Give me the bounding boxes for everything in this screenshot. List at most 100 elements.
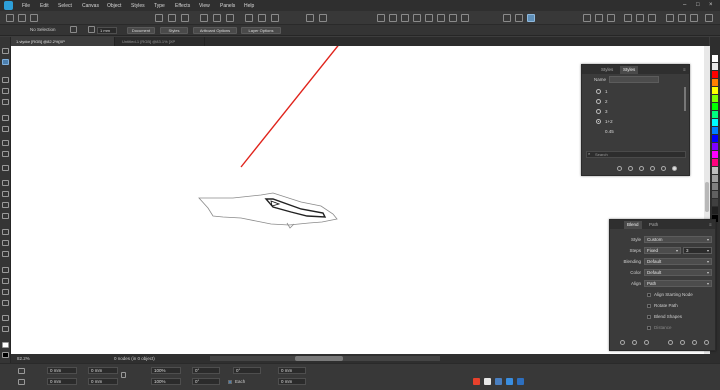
- style-item-3[interactable]: 3: [605, 109, 608, 114]
- shoe-inner-shape[interactable]: [264, 198, 327, 218]
- color-swatch[interactable]: [712, 183, 718, 190]
- view-mode-2-icon[interactable]: [515, 14, 523, 22]
- brush-tool-icon[interactable]: [2, 240, 9, 246]
- apply-style-icon[interactable]: [639, 166, 644, 171]
- layer-options-button[interactable]: Layer Options: [241, 27, 281, 34]
- color-swatch[interactable]: [712, 79, 718, 86]
- node-tool-icon[interactable]: [2, 59, 9, 65]
- taskbar-app-icon-2[interactable]: [484, 378, 491, 385]
- offset-x-field[interactable]: 0 mm: [278, 367, 306, 374]
- shoe-outline-shape[interactable]: [198, 192, 338, 226]
- zoom-tool-icon[interactable]: [2, 315, 9, 321]
- style-radio-4[interactable]: [596, 119, 601, 124]
- color-swatch[interactable]: [712, 127, 718, 134]
- view-mode-3-icon[interactable]: [527, 14, 535, 22]
- panel-toggle-5-icon[interactable]: [636, 14, 644, 22]
- slice-tool-icon[interactable]: [2, 213, 9, 219]
- warp-tool-icon[interactable]: [2, 289, 9, 295]
- layers-icon[interactable]: [437, 14, 445, 22]
- horizontal-scroll-thumb[interactable]: [295, 356, 343, 361]
- lock-ratio-icon[interactable]: [121, 372, 126, 378]
- insert-icon[interactable]: [425, 14, 433, 22]
- menu-select[interactable]: Select: [58, 3, 72, 9]
- color-swatch[interactable]: [712, 143, 718, 150]
- crop-tool-icon[interactable]: [2, 202, 9, 208]
- rotate-path-checkbox[interactable]: [647, 304, 651, 308]
- blend-apply-icon[interactable]: [620, 340, 625, 345]
- snap-icon[interactable]: [413, 14, 421, 22]
- stroke-color-swatch[interactable]: [2, 352, 9, 358]
- menu-panels[interactable]: Panels: [220, 3, 235, 9]
- panel-toggle-8-icon[interactable]: [678, 14, 686, 22]
- steps-select[interactable]: Fixed ▾: [644, 247, 681, 254]
- style-item-1[interactable]: 1: [605, 89, 608, 94]
- knife-tool-icon[interactable]: [2, 278, 9, 284]
- style-radio-2[interactable]: [596, 99, 601, 104]
- style-radio-3[interactable]: [596, 109, 601, 114]
- taskbar-app-icon-4[interactable]: [506, 378, 513, 385]
- menu-canvas[interactable]: Canvas: [82, 3, 99, 9]
- skew-field[interactable]: 0°: [192, 378, 220, 385]
- erase-tool-icon[interactable]: [2, 251, 9, 257]
- blend-panel-menu-icon[interactable]: ≡: [706, 221, 715, 229]
- styles-search-input[interactable]: Search: [586, 151, 686, 158]
- shoe-detail-shape[interactable]: [270, 200, 281, 207]
- undo-icon[interactable]: [6, 14, 14, 22]
- blend-style-select[interactable]: Custom ▾: [644, 236, 712, 243]
- hand-tool-icon[interactable]: [2, 326, 9, 332]
- style-options-icon[interactable]: [628, 166, 633, 171]
- color-swatch[interactable]: [712, 175, 718, 182]
- stroke-width-field[interactable]: 1 mm: [97, 27, 117, 34]
- each-checkbox[interactable]: [228, 380, 232, 384]
- refresh-icon[interactable]: [30, 14, 38, 22]
- transparency-tool-icon[interactable]: [2, 191, 9, 197]
- color-swatch[interactable]: [712, 111, 718, 118]
- flip-icon[interactable]: [401, 14, 409, 22]
- color-swatch[interactable]: [712, 135, 718, 142]
- offset-y-field[interactable]: 0 mm: [278, 378, 306, 385]
- redo-icon[interactable]: [18, 14, 26, 22]
- color-swatch[interactable]: [712, 71, 718, 78]
- pencil-tool-icon[interactable]: [2, 88, 9, 94]
- color-swatch[interactable]: [712, 159, 718, 166]
- color-swatch[interactable]: [712, 95, 718, 102]
- artboard-icon[interactable]: [449, 14, 457, 22]
- blend-tool-icon[interactable]: [2, 229, 9, 235]
- tab-blend[interactable]: Blend: [624, 221, 642, 229]
- delete-style-icon[interactable]: [661, 166, 666, 171]
- color-swatch[interactable]: [712, 207, 718, 214]
- gear-icon[interactable]: [70, 26, 77, 33]
- color-swatch[interactable]: [712, 199, 718, 206]
- artboard-options-button[interactable]: Artboard Options: [193, 27, 237, 34]
- duplicate-style-icon[interactable]: [650, 166, 655, 171]
- stepper-icon[interactable]: ▾: [707, 248, 709, 253]
- blend-close-icon[interactable]: [704, 340, 709, 345]
- blend-release-icon[interactable]: [632, 340, 637, 345]
- transform-icon[interactable]: [377, 14, 385, 22]
- color-swatch[interactable]: [712, 119, 718, 126]
- style-radio-1[interactable]: [596, 89, 601, 94]
- document-button[interactable]: Document: [127, 27, 155, 34]
- align-center-icon[interactable]: [168, 14, 176, 22]
- panel-toggle-9-icon[interactable]: [690, 14, 698, 22]
- gradient-tool-icon[interactable]: [2, 165, 9, 171]
- fill-tool-icon[interactable]: [2, 151, 9, 157]
- menu-effects[interactable]: Effects: [175, 3, 190, 9]
- color-select[interactable]: Default ▾: [644, 269, 712, 276]
- rectangle-tool-icon[interactable]: [2, 99, 9, 105]
- shoe-heel-shape[interactable]: [286, 222, 295, 229]
- blend-edit-icon[interactable]: [680, 340, 685, 345]
- horizontal-scrollbar[interactable]: [210, 356, 440, 361]
- angle-field[interactable]: 0°: [233, 367, 261, 374]
- doc-tab-active[interactable]: 1.viydor [RGB] @82.2%[XP: [11, 37, 115, 46]
- position-y-field[interactable]: 0 mm: [47, 378, 77, 385]
- ungroup-icon[interactable]: [258, 14, 266, 22]
- distribute-v-icon[interactable]: [213, 14, 221, 22]
- distance-checkbox[interactable]: [647, 326, 651, 330]
- menu-object[interactable]: Object: [107, 3, 121, 9]
- boolean-add-icon[interactable]: [306, 14, 314, 22]
- pointer-tool-icon[interactable]: [2, 48, 9, 54]
- blend-expand-icon[interactable]: [644, 340, 649, 345]
- panel-toggle-7-icon[interactable]: [666, 14, 674, 22]
- color-swatch[interactable]: [712, 55, 718, 62]
